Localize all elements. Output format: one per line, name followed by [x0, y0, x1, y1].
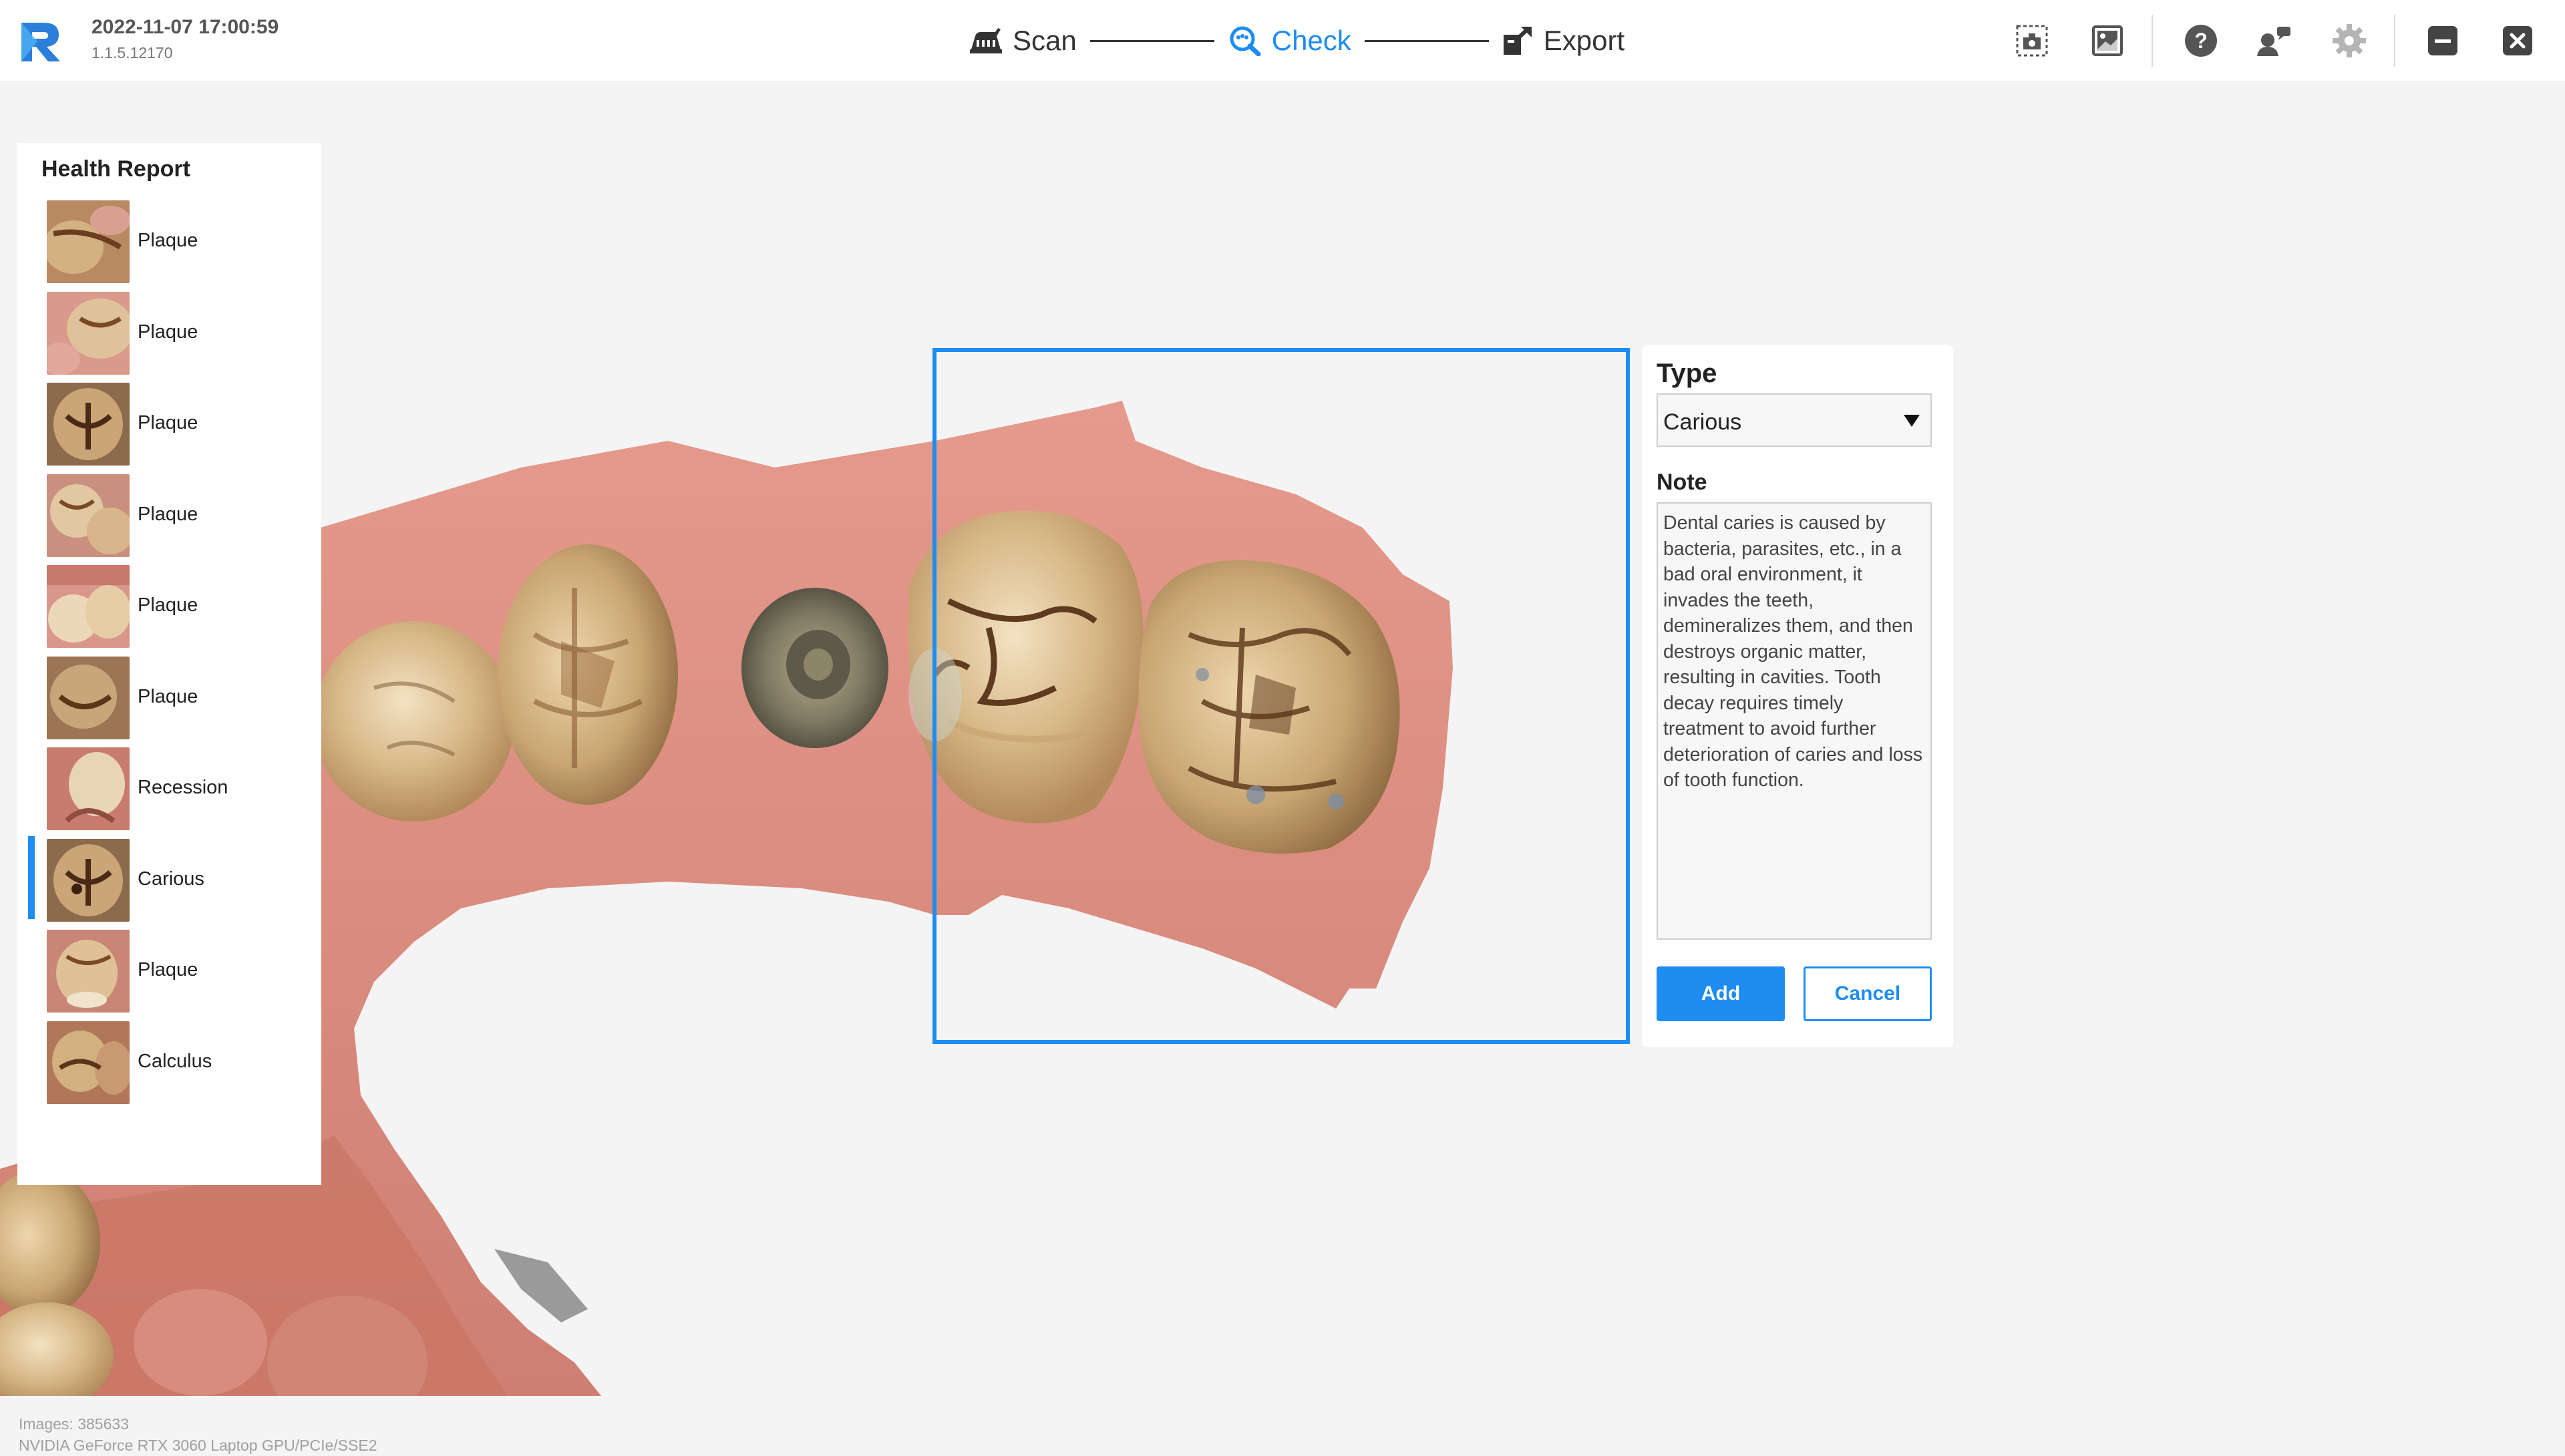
- step-export-label: Export: [1543, 25, 1625, 56]
- add-button[interactable]: Add: [1657, 966, 1785, 1021]
- type-dropdown-value: Carious: [1663, 409, 1742, 435]
- settings-button[interactable]: [2329, 20, 2370, 61]
- step-connector: [1364, 39, 1489, 42]
- gpu-info: NVIDIA GeForce RTX 3060 Laptop GPU/PCIe/…: [19, 1437, 377, 1454]
- finding-thumbnail: [47, 383, 130, 466]
- image-gallery-icon: [2092, 25, 2123, 56]
- screenshot-button[interactable]: [2011, 20, 2053, 61]
- report-item[interactable]: Recession: [17, 745, 321, 836]
- step-scan[interactable]: Scan: [969, 25, 1077, 57]
- step-check-label: Check: [1271, 25, 1351, 56]
- report-item-label: Plaque: [138, 412, 198, 433]
- app-logo-icon: [17, 19, 65, 64]
- toolbar-divider: [2152, 15, 2153, 67]
- tooth: [134, 1289, 267, 1396]
- report-item[interactable]: Plaque: [17, 380, 321, 472]
- finding-thumbnail: [47, 565, 130, 648]
- finding-thumbnail: [47, 1021, 130, 1104]
- close-button[interactable]: [2497, 20, 2538, 61]
- report-item-label: Plaque: [138, 321, 198, 343]
- render-info: Images: 385633 NVIDIA GeForce RTX 3060 L…: [19, 1413, 377, 1456]
- finding-thumbnail: [47, 291, 130, 375]
- report-item[interactable]: Plaque: [17, 198, 321, 289]
- step-scan-label: Scan: [1013, 25, 1077, 56]
- help-icon: ?: [2185, 25, 2217, 57]
- report-item[interactable]: Plaque: [17, 472, 321, 563]
- export-icon: [1503, 26, 1532, 55]
- finding-thumbnail: [47, 474, 130, 557]
- images-count: Images: 385633: [19, 1415, 129, 1433]
- minimize-icon: [2428, 26, 2457, 55]
- chevron-down-icon: [1904, 415, 1920, 427]
- workflow-steps: Scan Check Export: [969, 17, 1624, 64]
- toolbar-divider: [2394, 15, 2395, 67]
- note-textarea[interactable]: Dental caries is caused by bacteria, par…: [1657, 502, 1932, 940]
- gallery-button[interactable]: [2087, 20, 2128, 61]
- selected-indicator: [28, 836, 35, 919]
- report-item[interactable]: Plaque: [17, 654, 321, 745]
- selection-rectangle[interactable]: [932, 348, 1630, 1044]
- report-item-label: Plaque: [138, 959, 198, 980]
- scanner-icon: [970, 28, 1002, 53]
- svg-text:?: ?: [2194, 29, 2208, 53]
- screenshot-icon: [2016, 25, 2048, 57]
- user-switch-button[interactable]: [2254, 20, 2295, 61]
- cancel-button[interactable]: Cancel: [1804, 966, 1932, 1021]
- finding-thumbnail: [47, 930, 130, 1013]
- report-item[interactable]: Calculus: [17, 1019, 321, 1110]
- help-button[interactable]: ?: [2180, 20, 2222, 61]
- tooth: [314, 621, 514, 822]
- report-item-label: Plaque: [138, 230, 198, 251]
- magnifier-icon: [1230, 26, 1261, 56]
- step-connector: [1089, 39, 1214, 42]
- minimize-button[interactable]: [2422, 20, 2463, 61]
- finding-thumbnail: [47, 200, 130, 283]
- type-title: Type: [1657, 359, 1717, 388]
- report-item-label: Plaque: [138, 594, 198, 616]
- scan-datetime: 2022-11-07 17:00:59: [92, 16, 279, 38]
- finding-thumbnail: [47, 838, 130, 922]
- report-item-label: Plaque: [138, 503, 198, 525]
- report-item-selected[interactable]: Carious: [17, 836, 321, 928]
- annotation-panel: Type Carious Note Dental caries is cause…: [1642, 345, 1953, 1047]
- report-item[interactable]: Plaque: [17, 289, 321, 381]
- finding-thumbnail: [47, 747, 130, 830]
- app-version: 1.1.5.12170: [92, 44, 173, 61]
- finding-thumbnail: [47, 656, 130, 739]
- report-item-label: Plaque: [138, 685, 198, 707]
- health-report-title: Health Report: [41, 156, 190, 182]
- health-report-list: Plaque Plaque Plaque Plaque Plaque Plaqu…: [17, 198, 321, 1109]
- report-item[interactable]: Plaque: [17, 927, 321, 1019]
- report-item-label: Recession: [138, 777, 228, 798]
- step-check[interactable]: Check: [1228, 25, 1351, 57]
- health-report-panel: Health Report Plaque Plaque Plaque Plaqu…: [17, 143, 321, 1185]
- settings-icon: [2333, 24, 2366, 57]
- close-icon: [2503, 26, 2532, 55]
- top-bar: 2022-11-07 17:00:59 1.1.5.12170 Scan Che…: [0, 0, 2565, 82]
- user-switch-icon: [2257, 27, 2290, 56]
- report-item-label: Calculus: [138, 1050, 212, 1072]
- type-dropdown[interactable]: Carious: [1657, 393, 1932, 447]
- step-export[interactable]: Export: [1502, 25, 1624, 57]
- report-item-label: Carious: [138, 868, 204, 890]
- note-title: Note: [1657, 470, 1707, 495]
- report-item[interactable]: Plaque: [17, 562, 321, 654]
